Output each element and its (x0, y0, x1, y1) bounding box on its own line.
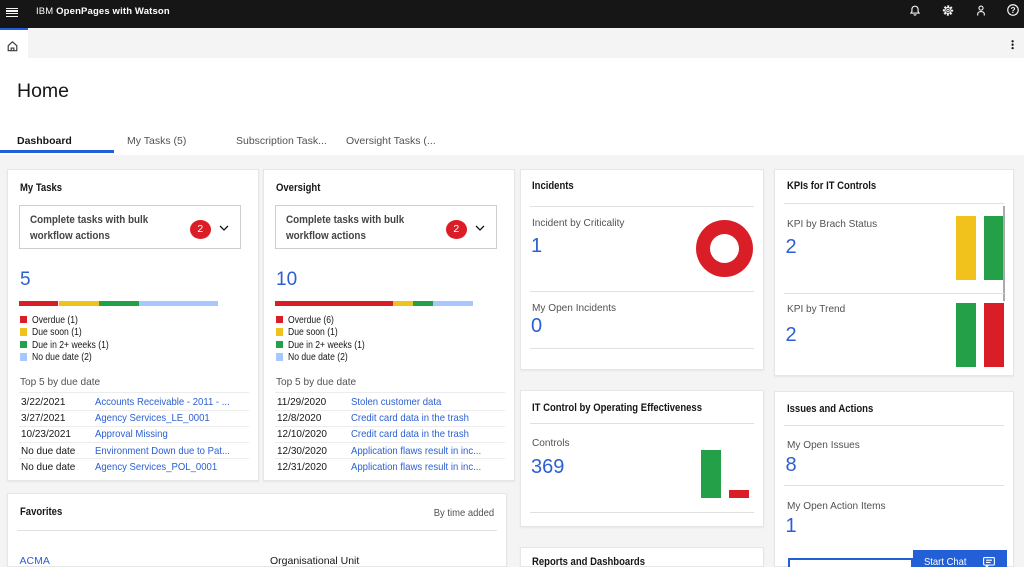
svg-text:?: ? (1010, 6, 1015, 15)
